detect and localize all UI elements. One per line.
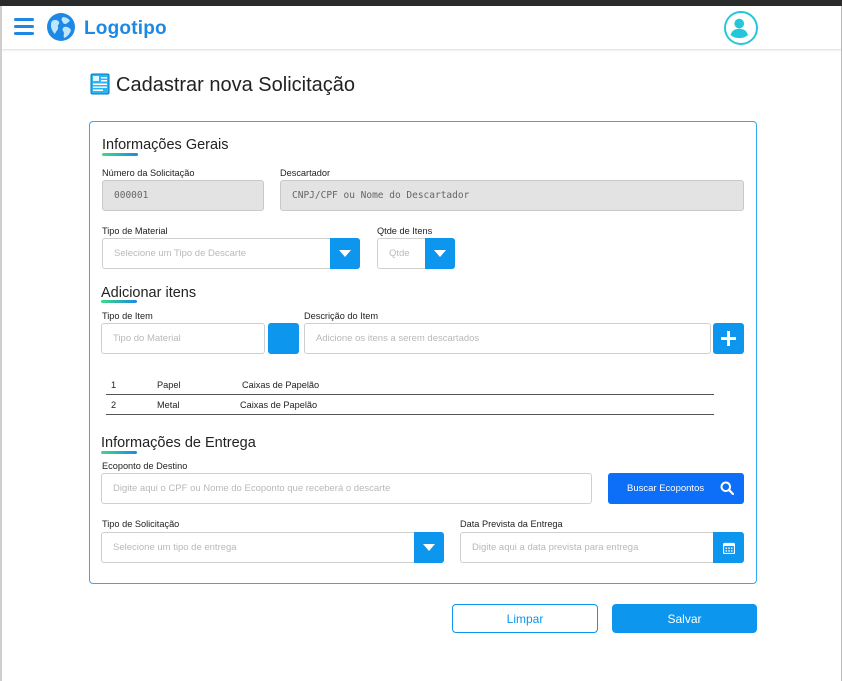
discarder-field: CNPJ/CPF ou Nome do Descartador bbox=[280, 180, 744, 211]
section-title-general: Informações Gerais bbox=[102, 137, 229, 153]
add-item-button[interactable] bbox=[713, 323, 744, 354]
table-row: 2 Metal Caixas de Papelão bbox=[106, 395, 714, 415]
section-underline bbox=[101, 451, 137, 454]
search-ecopoints-label: Buscar Ecopontos bbox=[627, 483, 705, 494]
row-material: Metal bbox=[157, 400, 180, 410]
row-description: Caixas de Papelão bbox=[242, 380, 320, 390]
search-ecopoints-button[interactable]: Buscar Ecopontos bbox=[608, 473, 744, 504]
row-number: 1 bbox=[111, 380, 117, 390]
document-icon bbox=[90, 73, 110, 95]
ecopoint-label: Ecoponto de Destino bbox=[102, 461, 188, 471]
request-number-field: 000001 bbox=[102, 180, 264, 211]
globe-icon bbox=[47, 13, 75, 41]
clear-button[interactable]: Limpar bbox=[452, 604, 598, 633]
item-quantity-label: Qtde de Itens bbox=[377, 226, 433, 236]
calendar-icon bbox=[722, 542, 735, 554]
search-icon bbox=[720, 481, 734, 495]
row-material: Papel bbox=[157, 380, 181, 390]
request-number-label: Número da Solicitação bbox=[102, 168, 195, 178]
logo-text[interactable]: Logotipo bbox=[84, 18, 167, 40]
item-description-input[interactable]: Adicione os itens a serem descartados bbox=[304, 323, 711, 354]
item-type-label: Tipo de Item bbox=[102, 311, 153, 321]
items-table: 1 Papel Caixas de Papelão 2 Metal Caixas… bbox=[106, 375, 714, 415]
save-button[interactable]: Salvar bbox=[612, 604, 757, 633]
section-title-delivery: Informações de Entrega bbox=[101, 435, 256, 451]
item-description-label: Descrição do Item bbox=[304, 311, 379, 321]
row-description: Caixas de Papelão bbox=[240, 400, 318, 410]
section-underline bbox=[101, 300, 137, 303]
request-type-select[interactable]: Selecione um tipo de entrega bbox=[101, 532, 444, 563]
chevron-down-icon bbox=[339, 250, 351, 257]
item-quantity-dropdown-button[interactable] bbox=[425, 238, 455, 269]
item-type-picker-button[interactable] bbox=[268, 323, 299, 354]
material-type-label: Tipo de Material bbox=[102, 226, 168, 236]
plus-icon bbox=[721, 331, 736, 346]
chevron-down-icon bbox=[423, 544, 435, 551]
delivery-date-label: Data Prevista da Entrega bbox=[460, 519, 563, 529]
request-type-dropdown-button[interactable] bbox=[414, 532, 444, 563]
ecopoint-input[interactable]: Digite aqui o CPF ou Nome do Ecoponto qu… bbox=[101, 473, 592, 504]
request-type-label: Tipo de Solicitação bbox=[102, 519, 180, 529]
section-title-add-items: Adicionar itens bbox=[101, 285, 197, 301]
section-underline bbox=[102, 153, 138, 156]
material-type-dropdown-button[interactable] bbox=[330, 238, 360, 269]
item-type-input[interactable]: Tipo do Material bbox=[101, 323, 265, 354]
table-row: 1 Papel Caixas de Papelão bbox=[106, 375, 714, 395]
hamburger-icon[interactable] bbox=[14, 18, 34, 36]
row-number: 2 bbox=[111, 400, 117, 410]
discarder-label: Descartador bbox=[280, 168, 331, 178]
window-left-edge bbox=[0, 6, 2, 681]
delivery-date-input[interactable]: Digite aqui a data prevista para entrega bbox=[460, 532, 744, 563]
chevron-down-icon bbox=[434, 250, 446, 257]
calendar-button[interactable] bbox=[713, 532, 744, 563]
page-title: Cadastrar nova Solicitação bbox=[116, 74, 356, 96]
user-avatar-icon[interactable] bbox=[724, 11, 758, 45]
app-header: Logotipo bbox=[2, 6, 841, 50]
material-type-select[interactable]: Selecione um Tipo de Descarte bbox=[102, 238, 360, 269]
